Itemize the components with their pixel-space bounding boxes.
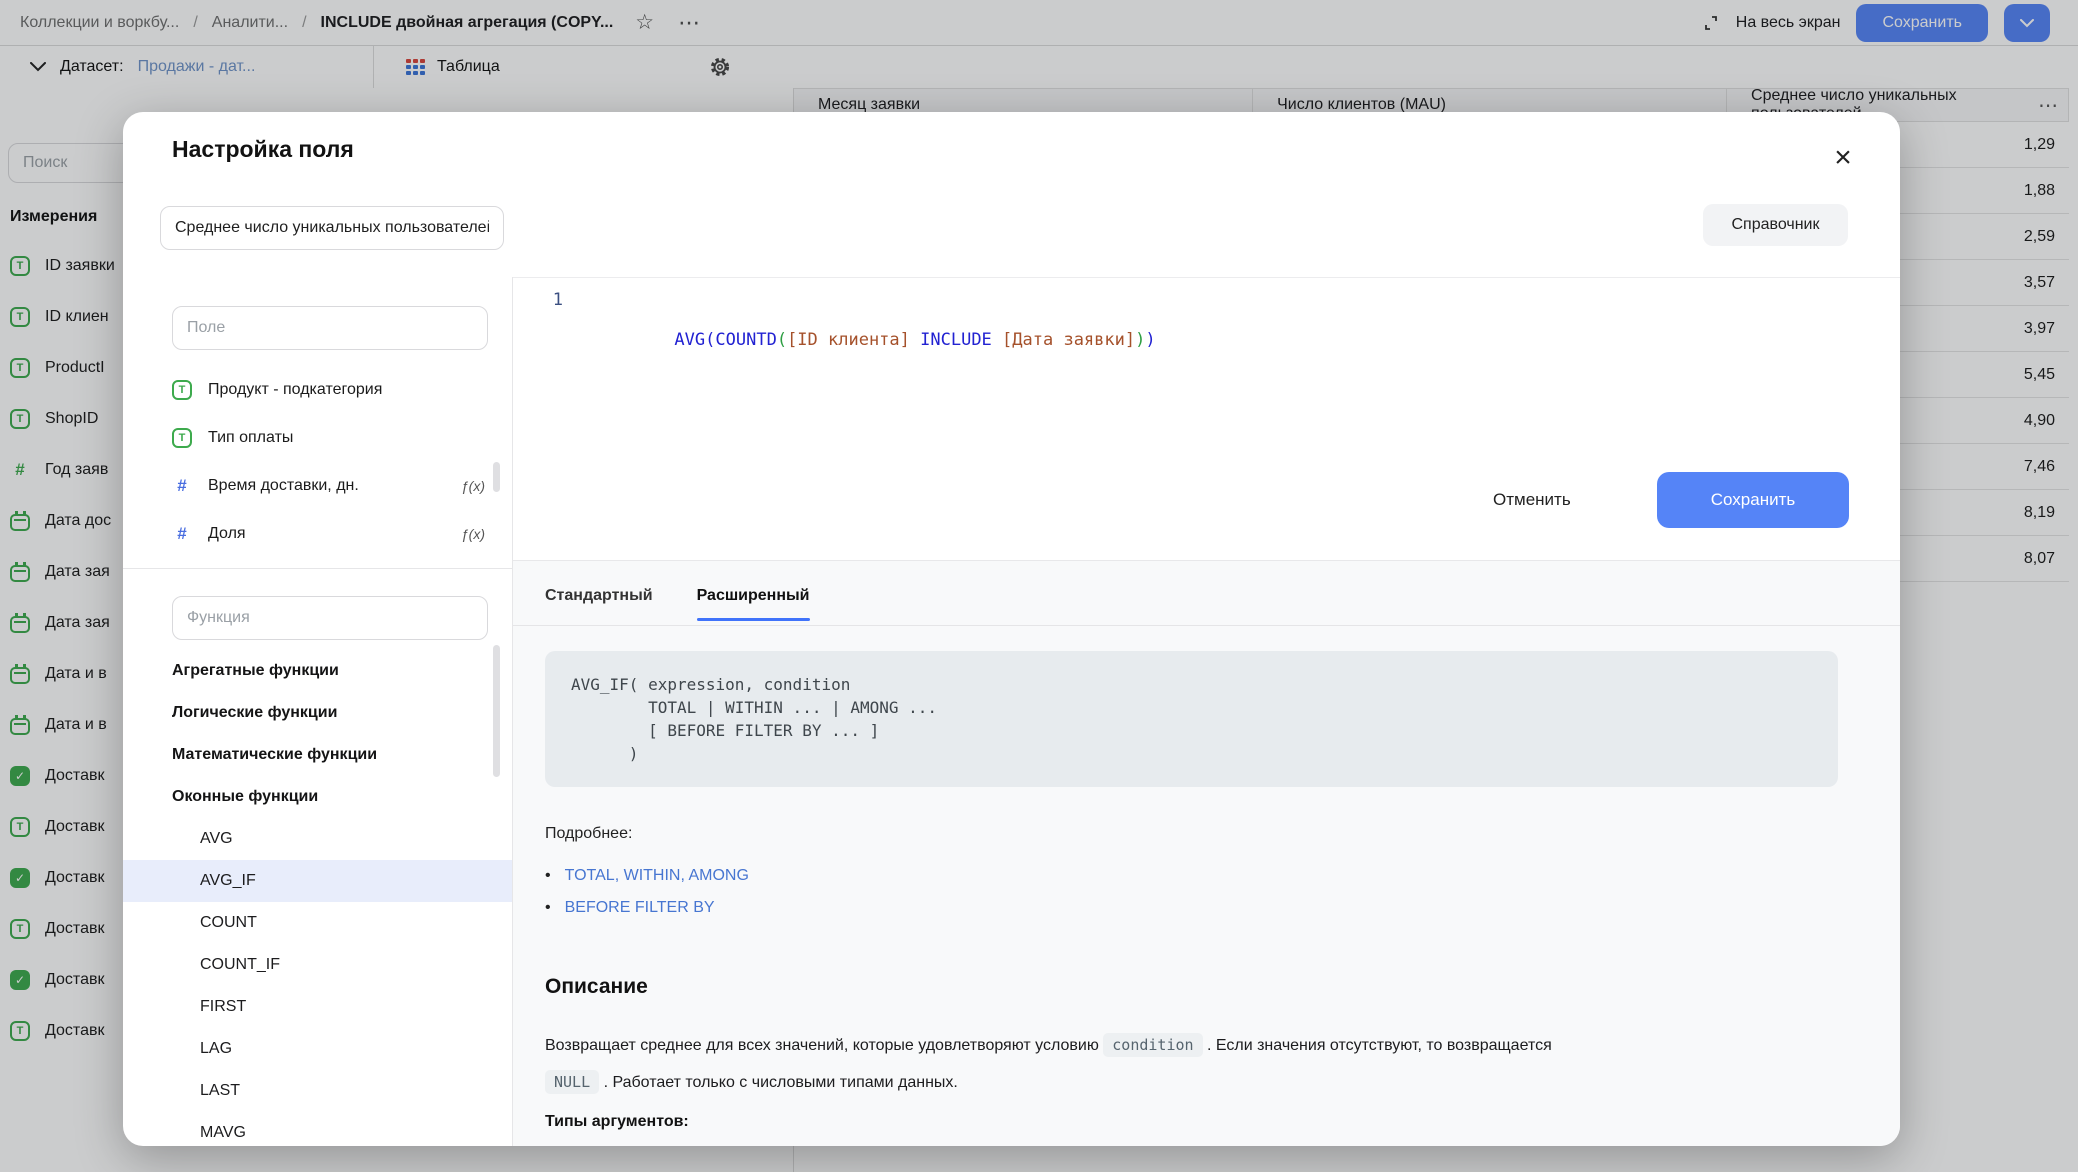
- field-name-input[interactable]: [160, 206, 504, 250]
- description-segment: Возвращает среднее для всех значений, ко…: [545, 1037, 1103, 1054]
- field-type-icon: [172, 476, 192, 496]
- formula-token: ): [1135, 330, 1145, 350]
- field-label: Тип оплаты: [208, 429, 293, 447]
- docs-link[interactable]: TOTAL, WITHIN, AMONG: [565, 867, 749, 885]
- function-signature: AVG_IF( expression, condition TOTAL | WI…: [545, 651, 1838, 787]
- function-list-item[interactable]: Оконные функции: [123, 776, 513, 818]
- formula-token: [910, 330, 920, 350]
- field-type-icon: [172, 380, 192, 400]
- function-list-item[interactable]: MAVG: [123, 1112, 513, 1146]
- docs-links: TOTAL, WITHIN, AMONG BEFORE FILTER BY: [545, 867, 749, 917]
- formula-icon: ƒ(x): [461, 526, 485, 542]
- function-list-item[interactable]: COUNT_IF: [123, 944, 513, 986]
- formula-token: ): [1145, 330, 1155, 350]
- close-icon[interactable]: ×: [1823, 138, 1863, 178]
- description-segment: . Если значения отсутствуют, то возвраща…: [1203, 1037, 1552, 1054]
- field-type-icon: [172, 428, 192, 448]
- modal-field-item[interactable]: Тип оплаты ƒ(x): [123, 414, 513, 462]
- functions-scrollbar[interactable]: [493, 645, 500, 777]
- modal-field-item[interactable]: Продукт - подкатегория ƒ(x): [123, 366, 513, 414]
- function-search-input[interactable]: [172, 596, 488, 640]
- cancel-button[interactable]: Отменить: [1493, 482, 1571, 518]
- formula-code: AVG(COUNTD([ID клиента] INCLUDE [Дата за…: [613, 290, 1156, 350]
- formula-token: (: [777, 330, 787, 350]
- description-text: Возвращает среднее для всех значений, ко…: [545, 1027, 1875, 1101]
- formula-token: (: [705, 330, 715, 350]
- more-label: Подробнее:: [545, 825, 632, 843]
- docs-link-item: BEFORE FILTER BY: [545, 899, 749, 917]
- app: Коллекции и воркбу... / Аналити... / INC…: [0, 0, 2078, 1172]
- reference-button[interactable]: Справочник: [1703, 204, 1848, 246]
- docs-tab[interactable]: Стандартный: [545, 587, 653, 621]
- docs-tabs: Стандартный Расширенный: [545, 587, 810, 621]
- formula-token: AVG: [674, 330, 705, 350]
- description-segment: . Работает только с числовыми типами дан…: [599, 1074, 958, 1091]
- docs-link[interactable]: BEFORE FILTER BY: [565, 899, 715, 917]
- function-list-item[interactable]: LAST: [123, 1070, 513, 1112]
- formula-token: [Дата заявки]: [1002, 330, 1135, 350]
- function-list-item[interactable]: Агрегатные функции: [123, 650, 513, 692]
- docs-link-item: TOTAL, WITHIN, AMONG: [545, 867, 749, 885]
- modal-save-button[interactable]: Сохранить: [1657, 472, 1849, 528]
- function-list-item[interactable]: COUNT: [123, 902, 513, 944]
- modal-title: Настройка поля: [172, 136, 354, 163]
- field-label: Доля: [208, 525, 246, 543]
- formula-token: INCLUDE: [920, 330, 992, 350]
- formula-token: COUNTD: [715, 330, 776, 350]
- function-docs-panel: Стандартный Расширенный AVG_IF( expressio…: [513, 560, 1900, 1146]
- field-label: Время доставки, дн.: [208, 477, 359, 495]
- field-settings-modal: Настройка поля × Справочник Продукт - по…: [123, 112, 1900, 1146]
- field-label: Продукт - подкатегория: [208, 381, 382, 399]
- description-segment: NULL: [545, 1070, 599, 1094]
- function-list-item[interactable]: FIRST: [123, 986, 513, 1028]
- modal-field-search-input[interactable]: [172, 306, 488, 350]
- modal-field-item[interactable]: Доля ƒ(x): [123, 510, 513, 558]
- line-number: 1: [533, 290, 563, 310]
- functions-list: Агрегатные функцииЛогические функцииМате…: [123, 650, 513, 1146]
- function-list-item[interactable]: Математические функции: [123, 734, 513, 776]
- function-list-item[interactable]: AVG_IF: [123, 860, 513, 902]
- formula-token: [992, 330, 1002, 350]
- function-list-item[interactable]: Логические функции: [123, 692, 513, 734]
- fields-scrollbar[interactable]: [493, 462, 500, 492]
- modal-fields-list: Продукт - подкатегория ƒ(x) Тип оплаты ƒ…: [123, 366, 513, 558]
- tabs-divider: [513, 625, 1900, 626]
- docs-tab[interactable]: Расширенный: [697, 587, 810, 621]
- modal-field-item[interactable]: Время доставки, дн. ƒ(x): [123, 462, 513, 510]
- function-list-item[interactable]: LAG: [123, 1028, 513, 1070]
- modal-left-panel: Продукт - подкатегория ƒ(x) Тип оплаты ƒ…: [123, 277, 513, 1146]
- formula-icon: ƒ(x): [461, 478, 485, 494]
- panel-divider: [123, 568, 513, 569]
- formula-token: [ID клиента]: [787, 330, 910, 350]
- argument-types-label: Типы аргументов:: [545, 1113, 689, 1131]
- description-title: Описание: [545, 975, 648, 999]
- description-segment: condition: [1103, 1033, 1202, 1057]
- function-list-item[interactable]: AVG: [123, 818, 513, 860]
- field-type-icon: [172, 524, 192, 544]
